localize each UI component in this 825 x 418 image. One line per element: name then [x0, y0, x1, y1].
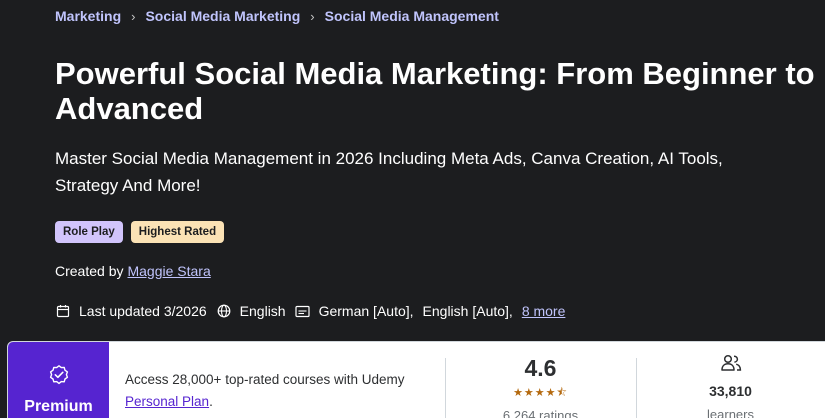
- breadcrumb: Marketing › Social Media Marketing › Soc…: [55, 8, 499, 24]
- learners-count: 33,810: [709, 383, 752, 399]
- created-by: Created by Maggie Stara: [55, 263, 211, 279]
- rating-value: 4.6: [524, 355, 557, 381]
- premium-panel: Premium: [8, 342, 109, 418]
- breadcrumb-social-media-management[interactable]: Social Media Management: [325, 8, 499, 24]
- star-rating-icon: ★★★★⯪: [513, 387, 568, 399]
- rating-block: 4.6 ★★★★⯪ 6,264 ratings: [488, 354, 593, 418]
- caption-german: German [Auto],: [318, 303, 414, 319]
- premium-badge-icon: [48, 364, 70, 391]
- badge-row: Role Play Highest Rated: [55, 221, 225, 243]
- learners-block: 33,810 learners: [688, 354, 773, 418]
- calendar-icon: [55, 303, 71, 319]
- role-play-badge: Role Play: [55, 221, 123, 243]
- divider: [445, 358, 446, 418]
- access-description: Access 28,000+ top-rated courses with Ud…: [125, 372, 405, 387]
- globe-icon: [216, 303, 232, 319]
- highest-rated-badge: Highest Rated: [130, 221, 225, 243]
- caption-english: English [Auto],: [422, 303, 513, 319]
- personal-plan-link[interactable]: Personal Plan: [125, 394, 209, 409]
- breadcrumb-marketing[interactable]: Marketing: [55, 8, 121, 24]
- last-updated: Last updated 3/2026: [79, 303, 207, 319]
- learners-icon: [720, 354, 742, 376]
- ratings-count: 6,264 ratings: [502, 408, 579, 418]
- course-meta: Last updated 3/2026 English German [Auto…: [55, 303, 565, 319]
- created-by-label: Created by: [55, 263, 124, 279]
- course-language: English: [239, 303, 286, 319]
- access-suffix: .: [209, 394, 213, 409]
- instructor-link[interactable]: Maggie Stara: [127, 263, 210, 279]
- learners-label: learners: [707, 407, 754, 418]
- more-captions-link[interactable]: 8 more: [522, 303, 566, 319]
- captions-icon: [295, 303, 311, 319]
- chevron-right-icon: ›: [310, 8, 315, 24]
- breadcrumb-social-media-marketing[interactable]: Social Media Marketing: [145, 8, 300, 24]
- course-subtitle: Master Social Media Management in 2026 I…: [55, 149, 723, 195]
- access-text: Access 28,000+ top-rated courses with Ud…: [125, 369, 435, 413]
- chevron-right-icon: ›: [131, 8, 136, 24]
- premium-card: Premium Access 28,000+ top-rated courses…: [7, 341, 825, 418]
- divider: [636, 358, 637, 418]
- course-title: Powerful Social Media Marketing: From Be…: [55, 56, 815, 126]
- premium-label: Premium: [24, 398, 93, 415]
